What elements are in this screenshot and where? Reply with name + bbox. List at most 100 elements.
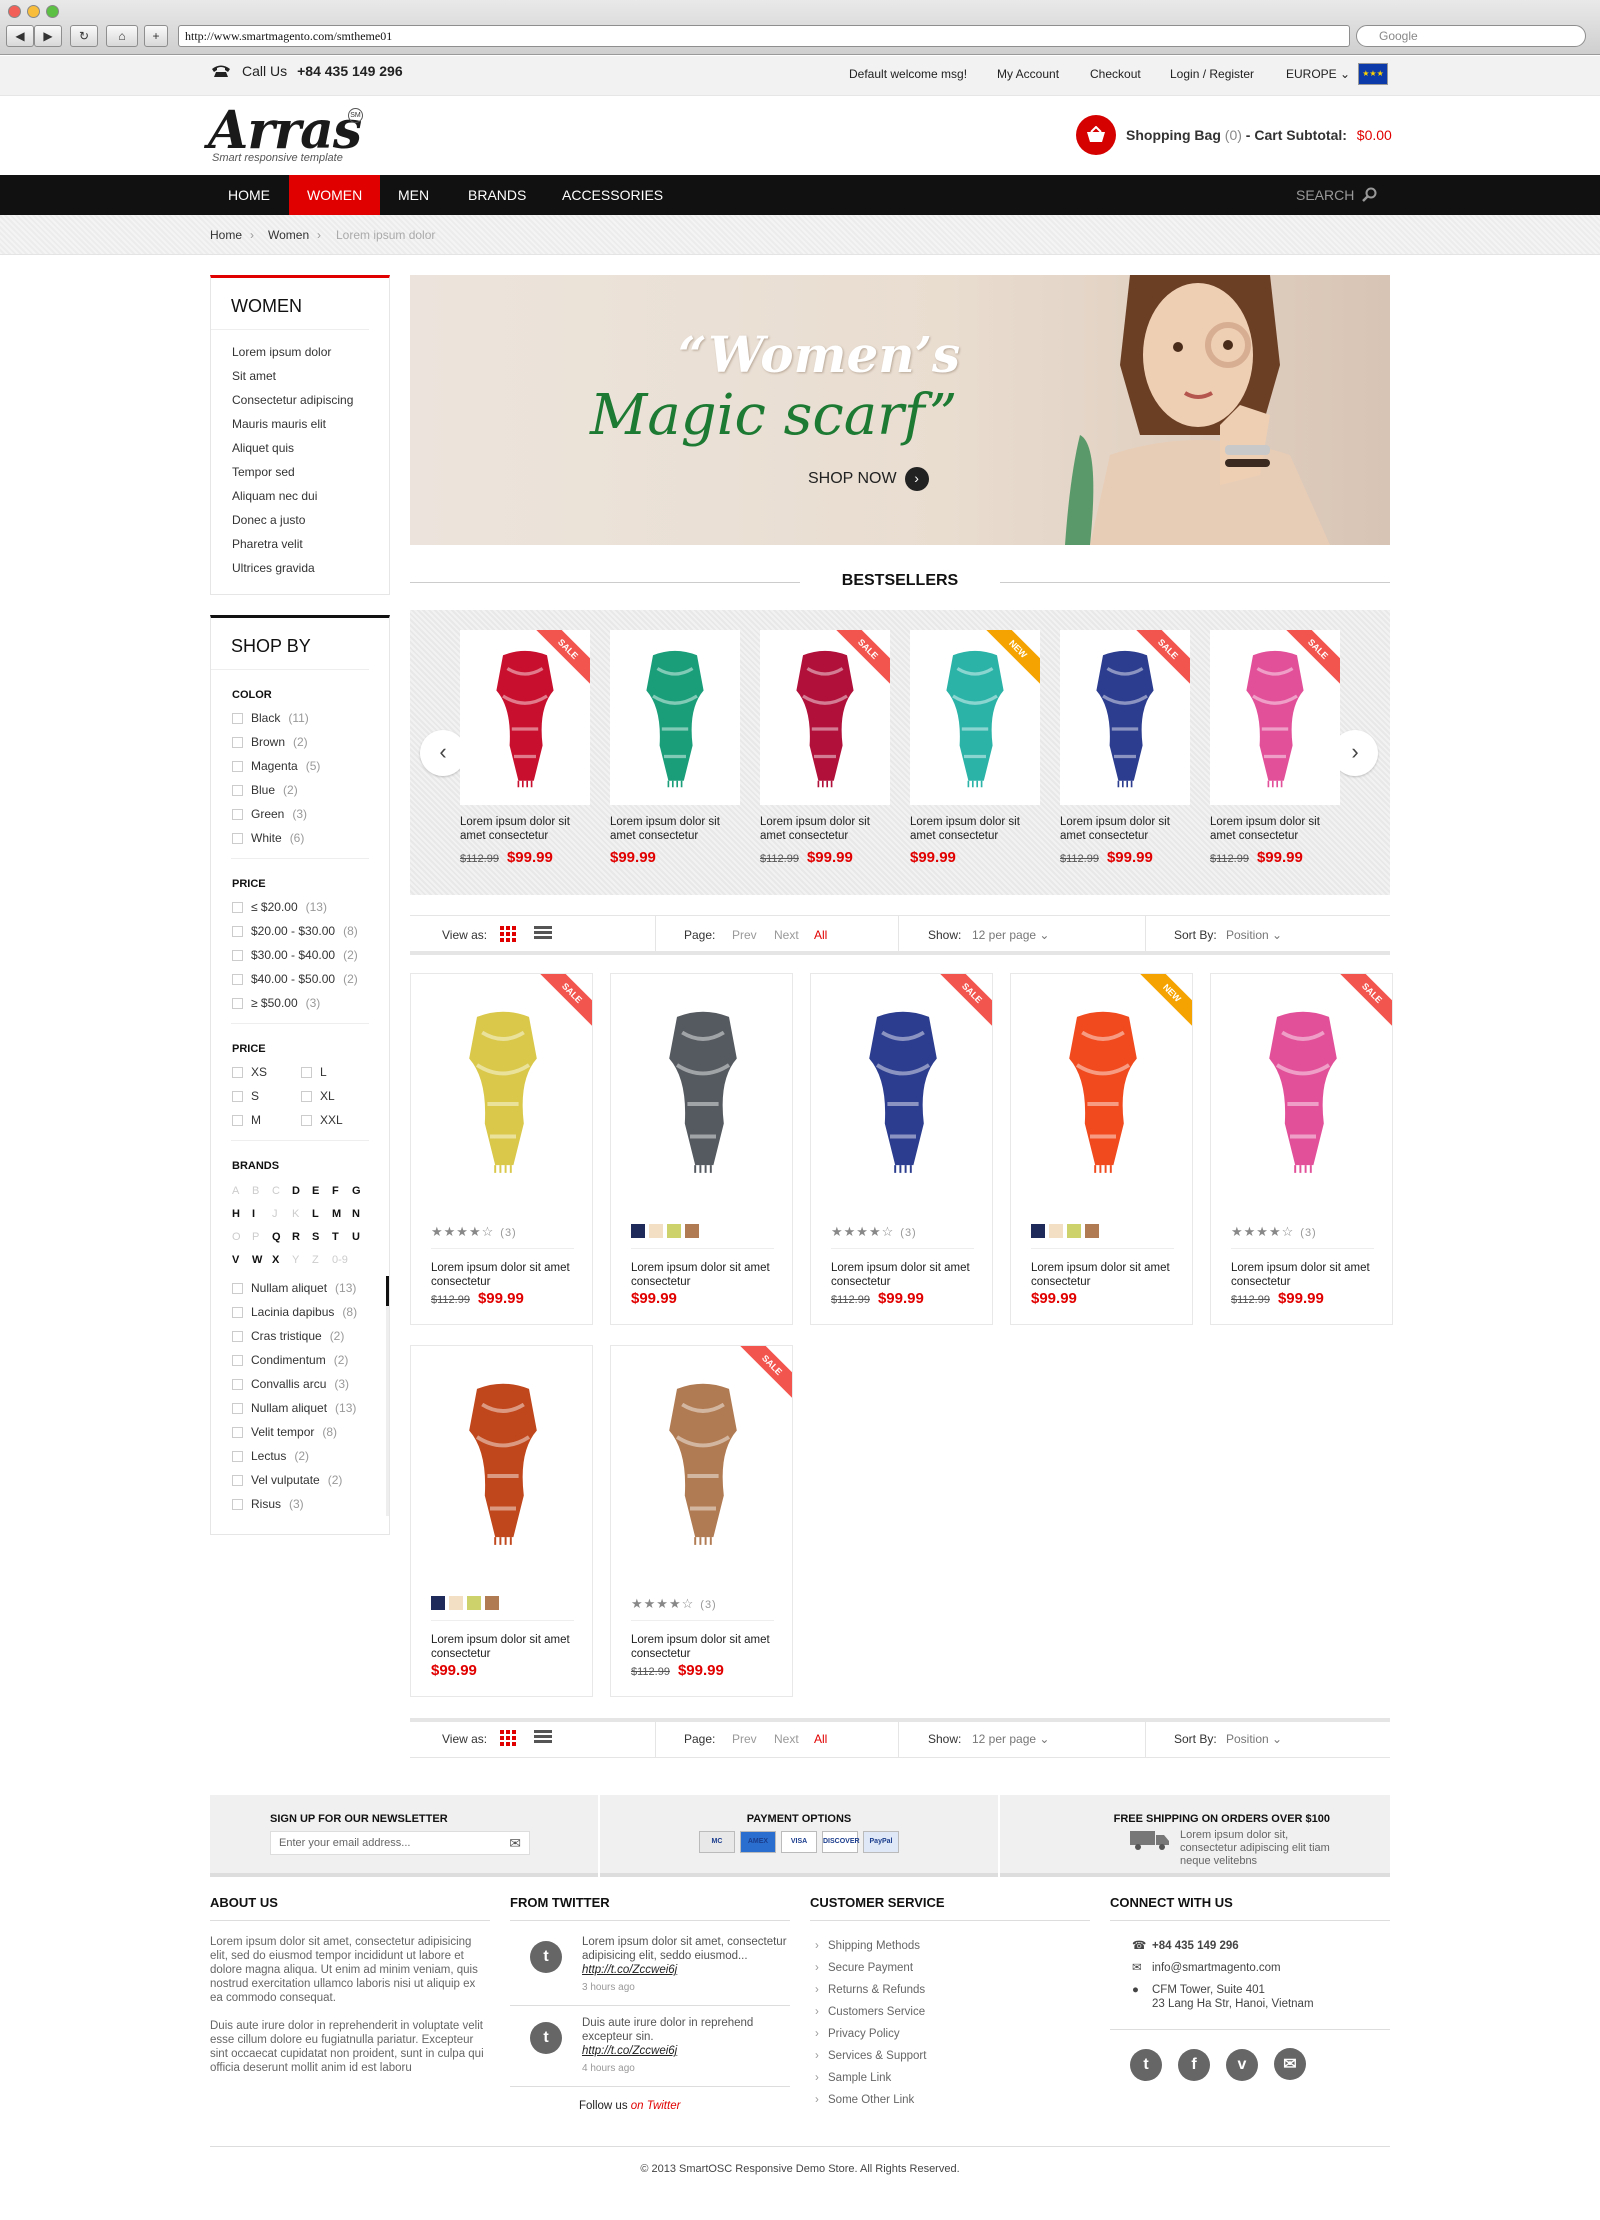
product-image[interactable]: SALE: [811, 974, 992, 1214]
checkbox[interactable]: [232, 808, 243, 820]
product-title[interactable]: Lorem ipsum dolor sit amet consectetur: [1231, 1261, 1392, 1289]
product-image[interactable]: SALE: [411, 974, 592, 1214]
show-select[interactable]: 12 per page ⌄: [972, 1732, 1049, 1746]
color-filter-option[interactable]: Green (3): [211, 802, 389, 826]
color-swatch[interactable]: [485, 1596, 499, 1610]
service-link[interactable]: Secure Payment: [810, 1957, 1090, 1979]
brand-letter-link[interactable]: V: [232, 1254, 252, 1266]
color-swatch[interactable]: [449, 1596, 463, 1610]
checkbox[interactable]: [232, 1330, 243, 1342]
size-filter-option[interactable]: XS: [211, 1060, 301, 1084]
brand-letter-link[interactable]: H: [232, 1208, 252, 1220]
url-bar[interactable]: http://www.smartmagento.com/smtheme01: [178, 25, 1350, 47]
price-filter-option[interactable]: ≤ $20.00 (13): [211, 895, 389, 919]
checkbox[interactable]: [232, 1066, 243, 1078]
product-title[interactable]: Lorem ipsum dolor sit amet consectetur: [1210, 815, 1340, 843]
checkbox[interactable]: [232, 997, 243, 1009]
color-swatch[interactable]: [1067, 1224, 1081, 1238]
sidebar-category[interactable]: Sit amet: [211, 364, 389, 388]
color-swatch[interactable]: [631, 1224, 645, 1238]
product-image[interactable]: SALE: [1211, 974, 1392, 1214]
brand-scrollbar[interactable]: [386, 1276, 389, 1516]
service-link[interactable]: Customers Service: [810, 2001, 1090, 2023]
shop-now-button[interactable]: SHOP NOW ›: [808, 467, 929, 491]
bestseller-item[interactable]: SALE Lorem ipsum dolor sit amet consectet…: [460, 630, 590, 866]
brand-letter-link[interactable]: W: [252, 1254, 272, 1266]
bestseller-item[interactable]: NEW Lorem ipsum dolor sit amet consectetu…: [910, 630, 1040, 866]
brand-filter-option[interactable]: Risus (3): [211, 1492, 389, 1516]
nav-home[interactable]: HOME: [210, 175, 288, 215]
sidebar-category[interactable]: Consectetur adipiscing: [211, 388, 389, 412]
product-title[interactable]: Lorem ipsum dolor sit amet consectetur: [760, 815, 890, 843]
checkbox[interactable]: [232, 736, 243, 748]
service-link[interactable]: Returns & Refunds: [810, 1979, 1090, 2001]
envelope-icon[interactable]: ✉: [509, 1832, 521, 1854]
brand-letter-link[interactable]: E: [312, 1185, 332, 1197]
product-image[interactable]: SALE: [611, 1346, 792, 1586]
product-image[interactable]: SALE: [760, 630, 890, 805]
forward-button[interactable]: ▶: [34, 25, 62, 47]
eu-flag-icon[interactable]: ★★★: [1358, 63, 1388, 85]
product-title[interactable]: Lorem ipsum dolor sit amet consectetur: [831, 1261, 992, 1289]
color-swatch[interactable]: [667, 1224, 681, 1238]
next-page-link[interactable]: Next: [774, 928, 799, 942]
grid-view-icon[interactable]: [500, 926, 516, 942]
sidebar-category[interactable]: Ultrices gravida: [211, 556, 389, 580]
browser-search-input[interactable]: Google: [1356, 25, 1586, 47]
back-button[interactable]: ◀: [6, 25, 34, 47]
brand-letter-link[interactable]: M: [332, 1208, 352, 1220]
show-select[interactable]: 12 per page ⌄: [972, 928, 1049, 942]
sidebar-category[interactable]: Lorem ipsum dolor: [211, 340, 389, 364]
product-image[interactable]: NEW: [910, 630, 1040, 805]
color-swatch[interactable]: [467, 1596, 481, 1610]
checkbox[interactable]: [232, 1090, 243, 1102]
brand-letter-link[interactable]: U: [352, 1231, 372, 1243]
minimize-window-button[interactable]: [27, 5, 40, 18]
product-title[interactable]: Lorem ipsum dolor sit amet consectetur: [631, 1261, 792, 1289]
follow-twitter-link[interactable]: on Twitter: [631, 2100, 681, 2112]
product-image[interactable]: [610, 630, 740, 805]
nav-search[interactable]: SEARCH: [1296, 175, 1378, 215]
price-filter-option[interactable]: $30.00 - $40.00 (2): [211, 943, 389, 967]
checkbox[interactable]: [232, 1378, 243, 1390]
product-image[interactable]: [611, 974, 792, 1214]
checkbox[interactable]: [232, 1306, 243, 1318]
color-filter-option[interactable]: Magenta (5): [211, 754, 389, 778]
color-swatch[interactable]: [1085, 1224, 1099, 1238]
color-swatch[interactable]: [649, 1224, 663, 1238]
color-filter-option[interactable]: Brown (2): [211, 730, 389, 754]
brand-filter-option[interactable]: Lectus (2): [211, 1444, 389, 1468]
brand-letter-link[interactable]: D: [292, 1185, 312, 1197]
product-image[interactable]: SALE: [460, 630, 590, 805]
color-filter-option[interactable]: White (6): [211, 826, 389, 850]
product-card[interactable]: SALE ★★★★☆ (3) Lorem ipsum dolor sit amet c…: [810, 973, 993, 1325]
bestseller-item[interactable]: SALE Lorem ipsum dolor sit amet consectet…: [1210, 630, 1340, 866]
breadcrumb-home[interactable]: Home: [210, 228, 242, 242]
product-card[interactable]: SALE ★★★★☆ (3) Lorem ipsum dolor sit amet c…: [410, 973, 593, 1325]
size-filter-option[interactable]: XXL: [301, 1108, 391, 1132]
brand-letter-link[interactable]: X: [272, 1254, 292, 1266]
nav-women[interactable]: WOMEN: [289, 175, 381, 215]
checkbox[interactable]: [232, 1426, 243, 1438]
sidebar-category[interactable]: Aliquet quis: [211, 436, 389, 460]
sidebar-category[interactable]: Donec a justo: [211, 508, 389, 532]
sort-select[interactable]: Position ⌄: [1226, 1732, 1282, 1746]
all-pages-link[interactable]: All: [814, 1732, 827, 1746]
sidebar-category[interactable]: Tempor sed: [211, 460, 389, 484]
contact-email[interactable]: info@smartmagento.com: [1152, 1962, 1281, 1974]
facebook-icon[interactable]: f: [1178, 2049, 1210, 2081]
checkbox[interactable]: [232, 1354, 243, 1366]
next-page-link[interactable]: Next: [774, 1732, 799, 1746]
close-window-button[interactable]: [8, 5, 21, 18]
checkbox[interactable]: [232, 784, 243, 796]
product-card[interactable]: Lorem ipsum dolor sit amet consectetur $9…: [410, 1345, 593, 1697]
size-filter-option[interactable]: S: [211, 1084, 301, 1108]
brand-filter-option[interactable]: Nullam aliquet (13): [211, 1276, 389, 1300]
checkbox[interactable]: [232, 949, 243, 961]
vimeo-icon[interactable]: v: [1226, 2049, 1258, 2081]
product-title[interactable]: Lorem ipsum dolor sit amet consectetur: [610, 815, 740, 843]
color-swatch[interactable]: [1031, 1224, 1045, 1238]
twitter-icon[interactable]: t: [1130, 2049, 1162, 2081]
nav-accessories[interactable]: ACCESSORIES: [544, 175, 681, 215]
checkbox[interactable]: [232, 1282, 243, 1294]
